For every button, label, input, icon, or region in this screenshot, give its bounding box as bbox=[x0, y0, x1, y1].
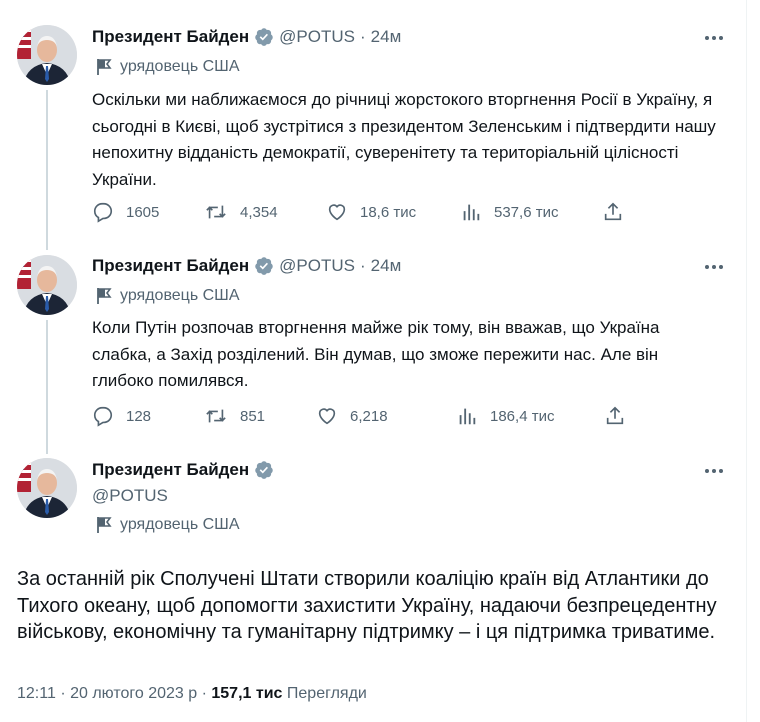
post-date[interactable]: 20 лютого 2023 р bbox=[70, 685, 197, 702]
more-icon[interactable] bbox=[700, 28, 728, 48]
verified-badge-icon bbox=[254, 256, 274, 276]
verified-badge-icon bbox=[254, 460, 274, 480]
tweet-meta: 12:11 · 20 лютого 2023 р · 157,1 тис Пер… bbox=[17, 685, 367, 703]
like-count: 18,6 тис bbox=[360, 203, 417, 221]
repost-icon bbox=[206, 205, 226, 219]
separator: · bbox=[360, 256, 366, 275]
post-time[interactable]: 12:11 bbox=[17, 685, 56, 702]
display-name[interactable]: Президент Байден bbox=[92, 460, 249, 480]
separator: · bbox=[60, 685, 66, 702]
reply-count: 128 bbox=[126, 407, 152, 425]
views-count: 186,4 тис bbox=[490, 407, 555, 425]
views-button[interactable]: 537,6 тис bbox=[460, 201, 602, 223]
flag-icon bbox=[96, 287, 112, 305]
like-icon bbox=[328, 204, 346, 221]
repost-count: 4,354 bbox=[240, 203, 278, 221]
label-text: урядовець США bbox=[120, 58, 240, 75]
share-button[interactable] bbox=[604, 405, 626, 427]
verified-badge-icon bbox=[254, 27, 274, 47]
account-label: урядовець США bbox=[96, 516, 240, 534]
tweet-text: Коли Путін розпочав вторгнення майже рік… bbox=[92, 318, 660, 390]
like-button[interactable]: 18,6 тис bbox=[326, 201, 460, 223]
display-name[interactable]: Президент Байден bbox=[92, 27, 249, 47]
views-button[interactable]: 186,4 тис bbox=[456, 405, 604, 427]
label-text: урядовець США bbox=[120, 516, 240, 533]
account-label: урядовець США bbox=[96, 287, 240, 305]
main-tweet-text: За останній рік Сполучені Штати створили… bbox=[17, 568, 717, 643]
label-text: урядовець США bbox=[120, 287, 240, 304]
like-icon bbox=[318, 408, 336, 425]
separator: · bbox=[201, 685, 207, 702]
display-name[interactable]: Президент Байден bbox=[92, 256, 249, 276]
tweet-header: Президент Байден @POTUS · 24м bbox=[92, 256, 401, 276]
account-label: урядовець США bbox=[96, 58, 240, 76]
more-icon[interactable] bbox=[700, 257, 728, 277]
thread-line bbox=[46, 90, 48, 250]
views-icon bbox=[459, 408, 476, 425]
reply-icon bbox=[93, 202, 113, 223]
tweet-actions: 1605 4,354 18,6 тис 537,6 тис bbox=[92, 201, 632, 223]
timestamp[interactable]: 24м bbox=[371, 256, 402, 276]
like-count: 6,218 bbox=[350, 407, 388, 425]
avatar[interactable] bbox=[17, 255, 77, 315]
main-handle-row: @POTUS bbox=[92, 486, 168, 506]
main-tweet-header: Президент Байден bbox=[92, 460, 279, 480]
more-icon[interactable] bbox=[700, 461, 728, 481]
tweet-text: Оскільки ми наближаємося до річниці жорс… bbox=[92, 90, 716, 189]
handle[interactable]: @POTUS bbox=[279, 27, 355, 47]
handle[interactable]: @POTUS bbox=[92, 486, 168, 506]
repost-count: 851 bbox=[240, 407, 266, 425]
handle[interactable]: @POTUS bbox=[279, 256, 355, 276]
avatar[interactable] bbox=[17, 25, 77, 85]
repost-button[interactable]: 4,354 bbox=[204, 201, 326, 223]
reply-icon bbox=[93, 406, 113, 427]
timestamp[interactable]: 24м bbox=[371, 27, 402, 47]
tweet-actions: 128 851 6,218 186,4 тис bbox=[92, 405, 632, 427]
thread-line bbox=[46, 320, 48, 454]
repost-icon bbox=[206, 409, 226, 423]
flag-icon bbox=[96, 58, 112, 76]
like-button[interactable]: 6,218 bbox=[316, 405, 456, 427]
separator: · bbox=[360, 27, 366, 46]
reply-count: 1605 bbox=[126, 203, 160, 221]
share-button[interactable] bbox=[602, 201, 624, 223]
reply-button[interactable]: 128 bbox=[92, 405, 204, 427]
avatar[interactable] bbox=[17, 458, 77, 518]
flag-icon bbox=[96, 516, 112, 534]
share-icon bbox=[604, 202, 622, 221]
views-count: 537,6 тис bbox=[494, 203, 559, 221]
reply-button[interactable]: 1605 bbox=[92, 201, 204, 223]
repost-button[interactable]: 851 bbox=[204, 405, 316, 427]
views-total: 157,1 тис bbox=[211, 685, 283, 702]
share-icon bbox=[606, 406, 624, 425]
views-icon bbox=[463, 204, 480, 221]
column-border bbox=[746, 0, 747, 722]
tweet-header: Президент Байден @POTUS · 24м bbox=[92, 27, 401, 47]
views-label: Перегляди bbox=[286, 685, 367, 702]
